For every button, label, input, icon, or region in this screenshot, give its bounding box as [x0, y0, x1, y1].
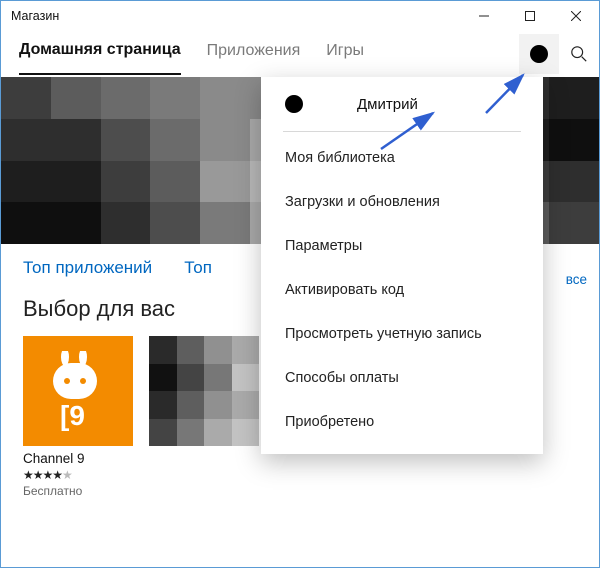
minimize-button[interactable]: [461, 1, 507, 31]
app-logo-icon: [9: [43, 351, 113, 431]
user-avatar-icon: [285, 95, 303, 113]
menu-item-purchased[interactable]: Приобретено: [261, 400, 543, 444]
app-thumb: [149, 336, 259, 446]
svg-text:[9: [9: [60, 400, 85, 431]
menu-item-redeem[interactable]: Активировать код: [261, 268, 543, 312]
user-avatar-icon: [530, 45, 548, 63]
dropdown-user-row[interactable]: Дмитрий: [261, 89, 543, 131]
window-controls: [461, 1, 599, 31]
maximize-icon: [525, 11, 535, 21]
search-button[interactable]: [559, 34, 599, 74]
menu-item-downloads[interactable]: Загрузки и обновления: [261, 180, 543, 224]
app-tile-2[interactable]: [149, 336, 259, 446]
titlebar: Магазин: [1, 1, 599, 31]
app-rating: ★★★★★: [23, 468, 133, 482]
close-icon: [571, 11, 581, 21]
tab-games[interactable]: Игры: [326, 34, 364, 74]
link-top-truncated[interactable]: Топ: [184, 258, 212, 278]
link-top-apps[interactable]: Топ приложений: [23, 258, 152, 278]
nav-bar: Домашняя страница Приложения Игры: [1, 31, 599, 77]
search-icon: [570, 45, 588, 63]
menu-item-settings[interactable]: Параметры: [261, 224, 543, 268]
minimize-icon: [479, 11, 489, 21]
app-name: Channel 9: [23, 451, 133, 466]
divider: [283, 131, 521, 132]
dropdown-username: Дмитрий: [357, 96, 418, 113]
close-button[interactable]: [553, 1, 599, 31]
menu-item-payment[interactable]: Способы оплаты: [261, 356, 543, 400]
app-price: Бесплатно: [23, 484, 133, 498]
tab-apps[interactable]: Приложения: [207, 34, 301, 74]
maximize-button[interactable]: [507, 1, 553, 31]
menu-item-library[interactable]: Моя библиотека: [261, 136, 543, 180]
window-title: Магазин: [11, 9, 59, 23]
user-menu-button[interactable]: [519, 34, 559, 74]
user-dropdown: Дмитрий Моя библиотека Загрузки и обновл…: [261, 77, 543, 454]
app-thumb: [9: [23, 336, 133, 446]
menu-item-account[interactable]: Просмотреть учетную запись: [261, 312, 543, 356]
tab-home[interactable]: Домашняя страница: [19, 33, 181, 75]
app-tile-channel9[interactable]: [9 Channel 9 ★★★★★ Бесплатно: [23, 336, 133, 498]
see-all-link[interactable]: все: [566, 272, 587, 287]
store-window: Магазин Домашняя страница Приложения Игр…: [0, 0, 600, 568]
